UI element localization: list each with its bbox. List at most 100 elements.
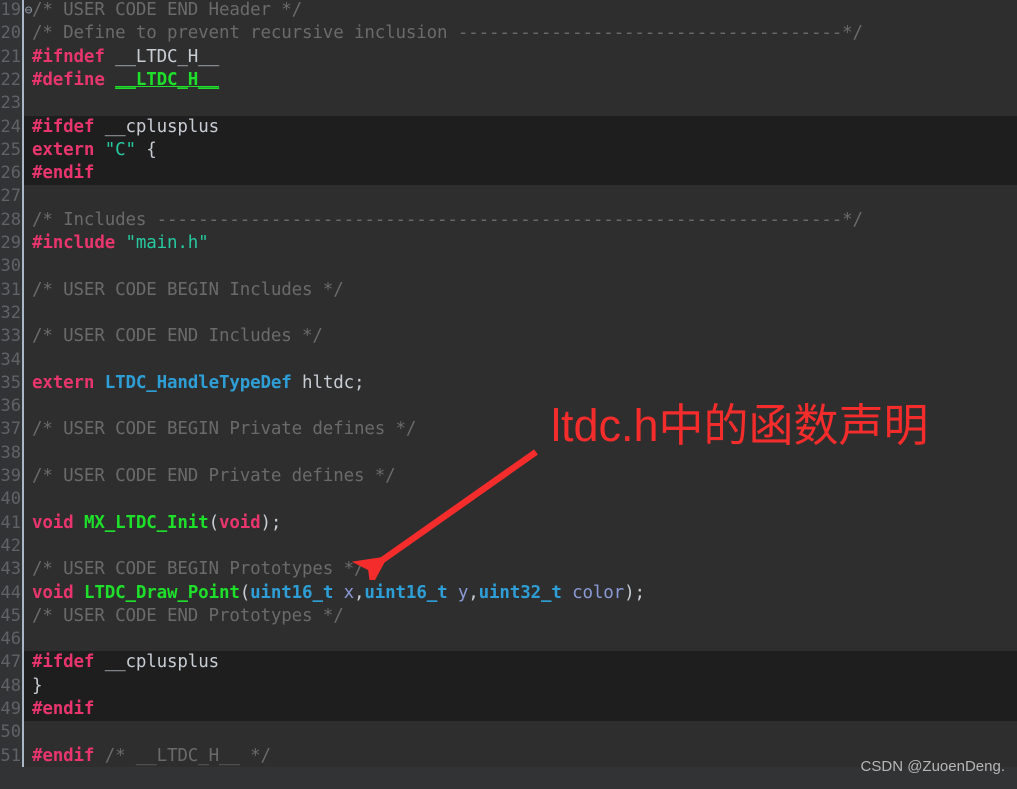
- line-number: 26: [0, 163, 21, 184]
- code-line[interactable]: void LTDC_Draw_Point(uint16_t x,uint16_t…: [32, 582, 645, 605]
- code-token: #ifdef: [32, 116, 95, 137]
- code-token: uint16_t: [250, 582, 334, 603]
- code-token: /* USER CODE END Header */: [32, 0, 303, 20]
- code-line[interactable]: /* USER CODE END Private defines */: [32, 465, 396, 488]
- line-number: 43: [0, 559, 21, 580]
- line-number: 27: [0, 186, 21, 207]
- line-number: 21: [0, 46, 21, 67]
- code-token: uint32_t: [478, 582, 562, 603]
- code-line[interactable]: [32, 488, 42, 511]
- annotation-label: ltdc.h中的函数声明: [551, 400, 929, 451]
- code-line[interactable]: [32, 442, 42, 465]
- code-token: #ifndef: [32, 46, 105, 67]
- code-line[interactable]: #endif: [32, 162, 94, 185]
- line-number: 36: [0, 396, 21, 417]
- code-token: "main.h": [125, 233, 209, 253]
- code-token: /* USER CODE END Includes */: [32, 326, 323, 347]
- line-number: 51: [0, 745, 21, 766]
- code-line[interactable]: extern LTDC_HandleTypeDef hltdc;: [32, 372, 365, 395]
- code-token: );: [260, 512, 282, 533]
- line-number: 42: [0, 535, 21, 556]
- code-line[interactable]: [32, 395, 42, 418]
- code-token: void: [32, 582, 74, 603]
- code-token: y: [457, 582, 469, 603]
- code-token: #endif: [32, 163, 95, 184]
- code-line[interactable]: #endif /* __LTDC_H__ */: [32, 745, 271, 768]
- code-line[interactable]: [32, 302, 42, 325]
- code-token: void: [218, 512, 261, 533]
- code-line[interactable]: [32, 92, 42, 115]
- code-line[interactable]: /* USER CODE END Prototypes */: [32, 605, 344, 628]
- line-number: 37: [0, 419, 21, 440]
- line-number: 33: [0, 326, 21, 347]
- code-editor[interactable]: 19 20 21 22 23 24 25 26 27 28 29 30 31 32 33 34 35 36 37 38…: [0, 0, 1017, 789]
- line-number: 48: [0, 675, 21, 696]
- code-token: (: [239, 582, 251, 603]
- code-token: /* USER CODE END Prototypes */: [32, 605, 344, 626]
- line-number: 45: [0, 605, 21, 626]
- code-line[interactable]: [32, 628, 42, 651]
- line-number: 28: [0, 209, 21, 230]
- code-token: /* USER CODE BEGIN Includes */: [32, 279, 344, 300]
- code-token: uint16_t: [364, 582, 448, 603]
- code-line[interactable]: #ifndef __LTDC_H__: [32, 46, 219, 69]
- code-token: /* __LTDC_H__ */: [104, 745, 271, 766]
- code-line[interactable]: extern "C" {: [32, 139, 157, 162]
- code-line[interactable]: /* USER CODE BEGIN Prototypes */: [32, 558, 365, 581]
- code-line[interactable]: #ifdef __cplusplus: [32, 116, 219, 139]
- line-number: 44: [0, 582, 21, 603]
- code-token: #define: [32, 69, 105, 90]
- code-token: /* USER CODE END Private defines */: [32, 466, 396, 486]
- code-token: __LTDC_H__: [115, 46, 219, 67]
- code-token: #endif: [32, 745, 95, 766]
- code-line[interactable]: #endif: [32, 698, 94, 721]
- code-token: MX_LTDC_Init: [83, 512, 209, 533]
- code-line[interactable]: [32, 349, 42, 372]
- line-number: 20: [0, 23, 21, 44]
- code-token: #ifdef: [32, 652, 95, 673]
- code-content[interactable]: /* USER CODE END Header */ /* Define to p…: [32, 0, 1017, 789]
- line-number: 23: [0, 93, 21, 114]
- line-number-gutter[interactable]: 19 20 21 22 23 24 25 26 27 28 29 30 31 32 33 34 35 36 37 38…: [0, 0, 22, 789]
- line-number: 41: [0, 512, 21, 533]
- code-line[interactable]: /* Define to prevent recursive inclusion…: [32, 22, 863, 45]
- code-token: "C": [104, 139, 136, 160]
- code-line[interactable]: #define __LTDC_H__: [32, 69, 219, 92]
- gutter-separator: [22, 0, 24, 789]
- code-line[interactable]: [32, 185, 42, 208]
- code-line[interactable]: #ifdef __cplusplus: [32, 651, 219, 674]
- code-line[interactable]: /* USER CODE BEGIN Includes */: [32, 279, 344, 302]
- code-line[interactable]: /* USER CODE END Header */: [32, 0, 302, 22]
- code-token: }: [32, 675, 43, 696]
- code-line[interactable]: }: [32, 675, 43, 698]
- code-line[interactable]: [32, 535, 42, 558]
- code-line[interactable]: [32, 255, 42, 278]
- line-number: 49: [0, 699, 21, 719]
- line-number: 50: [0, 722, 21, 743]
- line-number: 30: [0, 256, 21, 277]
- code-line[interactable]: /* Includes ----------------------------…: [32, 209, 863, 232]
- code-line[interactable]: /* USER CODE BEGIN Private defines */: [32, 418, 416, 441]
- line-number: 19: [0, 0, 21, 20]
- code-token: hltdc;: [291, 372, 365, 393]
- line-number: 34: [0, 349, 21, 370]
- code-token: __cplusplus: [104, 116, 219, 137]
- code-line[interactable]: [32, 721, 42, 744]
- line-number: 40: [0, 489, 21, 510]
- code-fold-toggle-icon[interactable]: ⊖: [22, 4, 35, 17]
- code-line[interactable]: /* USER CODE END Includes */: [32, 325, 323, 348]
- line-number: 47: [0, 652, 21, 673]
- line-number: 31: [0, 279, 21, 300]
- code-line[interactable]: void MX_LTDC_Init(void);: [32, 512, 281, 535]
- line-number: 39: [0, 466, 21, 486]
- code-token: /* USER CODE BEGIN Private defines */: [32, 419, 417, 440]
- code-line[interactable]: #include "main.h": [32, 232, 209, 255]
